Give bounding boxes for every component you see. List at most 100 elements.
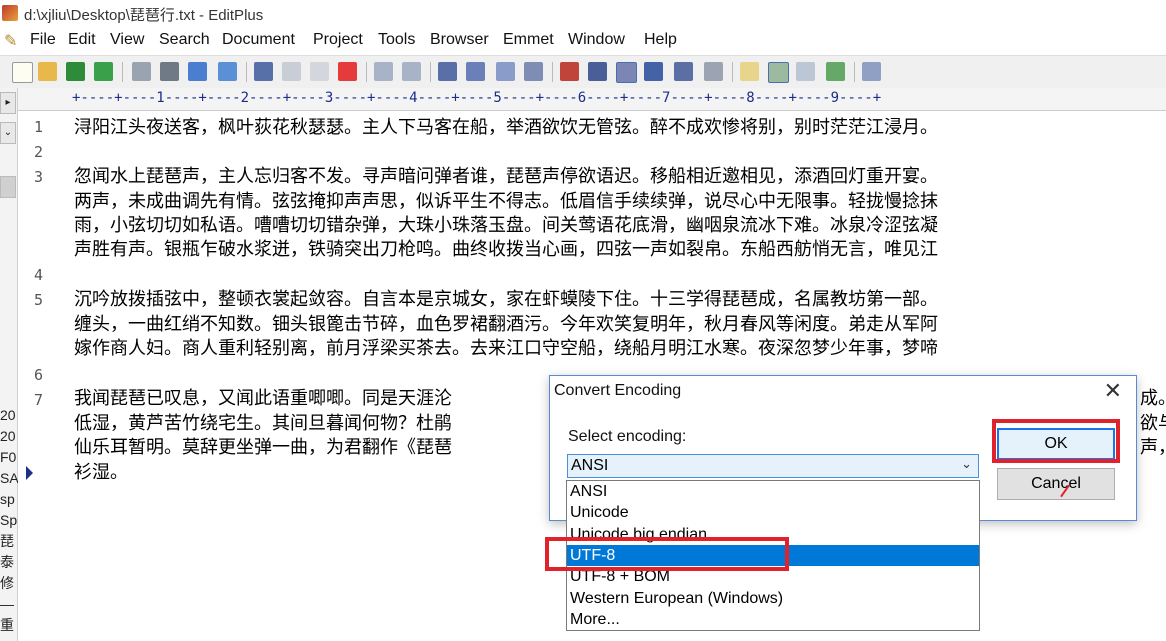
encoding-option-western-european[interactable]: Western European (Windows): [567, 588, 979, 609]
line-number: 4: [34, 266, 44, 284]
ok-highlight-box: [992, 419, 1120, 463]
text-line: 嫁作商人妇。商人重利轻别离，前月浮梁买茶去。去来江口守空船，绕船月明江水寒。夜深…: [74, 338, 938, 359]
left-panel-text: 修: [0, 575, 14, 591]
find-icon[interactable]: [438, 62, 457, 81]
ruler-text: +----+----1----+----2----+----3----+----…: [72, 90, 882, 106]
line-number: 3: [34, 168, 44, 186]
utf8-highlight-box: [545, 537, 789, 571]
left-panel-text: Sp: [0, 512, 18, 528]
fullscreen-icon[interactable]: [826, 62, 845, 81]
menu-window[interactable]: Window: [568, 31, 625, 49]
delete-icon[interactable]: [338, 62, 357, 81]
save-icon[interactable]: [66, 62, 85, 81]
copy-icon[interactable]: [282, 62, 301, 81]
menu-project[interactable]: Project: [313, 31, 363, 49]
title-bar: d:\xjliu\Desktop\琵琶行.txt - EditPlus: [0, 0, 1166, 28]
toolbar: [0, 55, 1166, 89]
text-line: 忽闻水上琵琶声，主人忘归客不发。寻声暗问弹者谁，琵琶声停欲语迟。移船相近邀相见，…: [74, 166, 938, 187]
find-in-files-icon[interactable]: [496, 62, 515, 81]
directory-window-icon[interactable]: [740, 62, 759, 81]
help-icon[interactable]: [862, 62, 881, 81]
menu-search[interactable]: Search: [159, 31, 210, 49]
text-fragment: 声，: [1140, 437, 1166, 458]
left-panel-text: 琵: [0, 533, 14, 549]
text-line: 低湿，黄芦苦竹绕宅生。其间旦暮闻何物？杜鹃: [74, 413, 452, 434]
paste-icon[interactable]: [310, 62, 329, 81]
hex-icon[interactable]: [588, 62, 607, 81]
browser-icon[interactable]: [218, 62, 237, 81]
text-fragment: 欲与: [1140, 413, 1166, 434]
goto-line-icon[interactable]: [524, 62, 543, 81]
panel-scroll-thumb[interactable]: [0, 176, 16, 198]
text-line: 雨，小弦切切如私语。嘈嘈切切错杂弹，大珠小珠落玉盘。间关莺语花底滑，幽咽泉流冰下…: [74, 215, 938, 236]
toolbar-separator: [732, 62, 733, 82]
panel-dropdown-icon[interactable]: ⌄: [0, 122, 16, 144]
replace-icon[interactable]: [466, 62, 485, 81]
pencil-icon: ✎: [4, 33, 18, 50]
text-line: 两声，未成曲调先有情。弦弦掩抑声声思，似诉平生不得志。低眉信手续续弹，说尽心中无…: [74, 191, 938, 212]
menu-help[interactable]: Help: [644, 31, 677, 49]
close-icon[interactable]: ✕: [1104, 379, 1122, 404]
print-preview-icon[interactable]: [132, 62, 151, 81]
text-line: 衫湿。: [74, 462, 128, 483]
line-number: 2: [34, 143, 44, 161]
cliptext-window-icon[interactable]: [768, 62, 789, 83]
redo-icon[interactable]: [402, 62, 421, 81]
menu-view[interactable]: View: [110, 31, 144, 49]
ruler-icon[interactable]: [644, 62, 663, 81]
left-panel-text: SA: [0, 470, 19, 486]
menu-browser[interactable]: Browser: [430, 31, 489, 49]
encoding-option-more[interactable]: More...: [567, 609, 979, 630]
text-line: 缠头，一曲红绡不知数。钿头银篦击节碎，血色罗裙翻酒污。今年欢笑复明年，秋月春风等…: [74, 314, 938, 335]
menu-document[interactable]: Document: [222, 31, 295, 49]
encoding-option-ansi[interactable]: ANSI: [567, 481, 979, 502]
toolbar-separator: [122, 62, 123, 82]
dialog-title: Convert Encoding: [554, 382, 682, 399]
line-number: 6: [34, 366, 44, 384]
select-encoding-label: Select encoding:: [568, 428, 687, 445]
text-fragment: 成。: [1140, 388, 1166, 409]
output-window-icon[interactable]: [796, 62, 815, 81]
text-line: 仙乐耳暂明。莫辞更坐弹一曲，为君翻作《琵琶: [74, 437, 452, 458]
spell-check-icon[interactable]: [188, 62, 207, 81]
menu-edit[interactable]: Edit: [68, 31, 96, 49]
settings-icon[interactable]: [704, 62, 723, 81]
cut-icon[interactable]: [254, 62, 273, 81]
app-icon: [2, 5, 18, 21]
ruler: +----+----1----+----2----+----3----+----…: [18, 88, 1166, 111]
toolbar-separator: [552, 62, 553, 82]
line-number: 7: [34, 391, 44, 409]
font-icon[interactable]: [560, 62, 579, 81]
text-line: 我闻琵琶已叹息，又闻此语重唧唧。同是天涯沦: [74, 388, 452, 409]
line-number-icon[interactable]: [674, 62, 693, 81]
left-panel-text: —: [0, 596, 14, 612]
new-file-icon[interactable]: [12, 62, 33, 83]
text-line: 浔阳江头夜送客，枫叶荻花秋瑟瑟。主人下马客在船，举酒欲饮无管弦。醉不成欢惨将别，…: [74, 117, 938, 138]
toolbar-separator: [246, 62, 247, 82]
line-number: 5: [34, 291, 44, 309]
toolbar-separator: [430, 62, 431, 82]
left-panel-text: 重: [0, 617, 14, 633]
word-wrap-icon[interactable]: [616, 62, 637, 83]
window-title: d:\xjliu\Desktop\琵琶行.txt - EditPlus: [24, 7, 264, 24]
encoding-option-unicode[interactable]: Unicode: [567, 502, 979, 523]
current-line-marker: [26, 466, 33, 480]
panel-expand-icon[interactable]: ▸: [0, 92, 16, 114]
left-panel-text: sp: [0, 491, 15, 507]
left-panel: ▸ ⌄ 20 20 F0 SA sp Sp 琵 泰 修 — 重: [0, 88, 19, 641]
left-panel-text: 泰: [0, 554, 14, 570]
chevron-down-icon[interactable]: ⌄: [961, 457, 972, 472]
open-folder-icon[interactable]: [38, 62, 57, 81]
encoding-select[interactable]: ANSI ⌄: [567, 454, 979, 478]
left-panel-text: 20: [0, 428, 16, 444]
cancel-button[interactable]: Cancel: [997, 468, 1115, 500]
menu-file[interactable]: File: [30, 31, 56, 49]
save-all-icon[interactable]: [94, 62, 113, 81]
line-number: 1: [34, 118, 44, 136]
toolbar-separator: [366, 62, 367, 82]
menu-emmet[interactable]: Emmet: [503, 31, 554, 49]
menu-tools[interactable]: Tools: [378, 31, 415, 49]
text-line: 沉吟放拨插弦中，整顿衣裳起敛容。自言本是京城女，家在虾蟆陵下住。十三学得琵琶成，…: [74, 289, 938, 310]
undo-icon[interactable]: [374, 62, 393, 81]
print-icon[interactable]: [160, 62, 179, 81]
